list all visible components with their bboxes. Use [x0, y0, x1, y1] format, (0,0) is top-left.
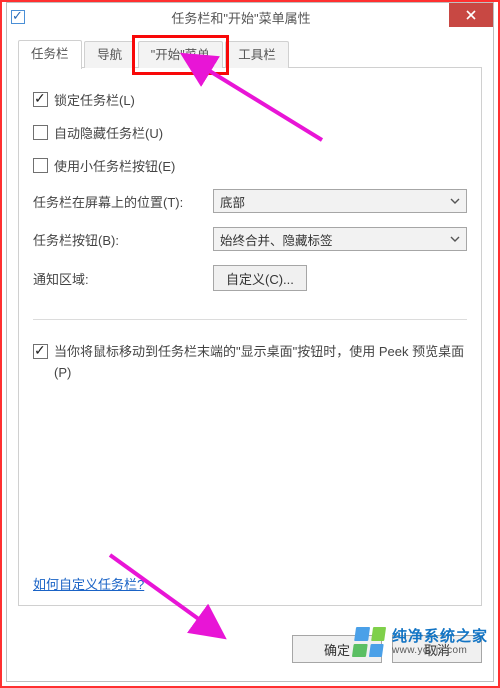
- tab-toolbars[interactable]: 工具栏: [225, 41, 289, 69]
- close-icon: [466, 10, 476, 20]
- buttons-label: 任务栏按钮(B):: [33, 230, 213, 249]
- system-icon: [11, 10, 25, 24]
- small-buttons-checkbox[interactable]: [33, 158, 48, 173]
- tab-startmenu[interactable]: "开始"菜单: [138, 41, 223, 69]
- window-title: 任务栏和"开始"菜单属性: [25, 8, 493, 27]
- chevron-down-icon: [450, 198, 460, 204]
- cancel-button[interactable]: 取消: [392, 635, 482, 663]
- autohide-row: 自动隐藏任务栏(U): [33, 123, 467, 142]
- peek-label: 当你将鼠标移动到任务栏末端的"显示桌面"按钮时，使用 Peek 预览桌面(P): [54, 342, 467, 384]
- autohide-checkbox[interactable]: [33, 125, 48, 140]
- lock-taskbar-label: 锁定任务栏(L): [54, 90, 135, 109]
- buttons-row: 任务栏按钮(B): 始终合并、隐藏标签: [33, 227, 467, 251]
- tab-strip: 任务栏 导航 "开始"菜单 工具栏: [18, 40, 482, 68]
- customize-button[interactable]: 自定义(C)...: [213, 265, 307, 291]
- lock-taskbar-row: 锁定任务栏(L): [33, 90, 467, 109]
- buttons-combobox[interactable]: 始终合并、隐藏标签: [213, 227, 467, 251]
- small-buttons-label: 使用小任务栏按钮(E): [54, 156, 175, 175]
- notify-area-row: 通知区域: 自定义(C)...: [33, 265, 467, 291]
- peek-checkbox[interactable]: [33, 344, 48, 359]
- location-row: 任务栏在屏幕上的位置(T): 底部: [33, 189, 467, 213]
- tab-navigation[interactable]: 导航: [84, 41, 135, 69]
- peek-row: 当你将鼠标移动到任务栏末端的"显示桌面"按钮时，使用 Peek 预览桌面(P): [33, 342, 467, 384]
- separator: [33, 319, 467, 320]
- autohide-label: 自动隐藏任务栏(U): [54, 123, 163, 142]
- close-button[interactable]: [449, 3, 493, 27]
- ok-button[interactable]: 确定: [292, 635, 382, 663]
- notify-area-label: 通知区域:: [33, 269, 213, 288]
- location-combobox[interactable]: 底部: [213, 189, 467, 213]
- location-label: 任务栏在屏幕上的位置(T):: [33, 192, 213, 211]
- dialog-footer: 确定 取消: [18, 632, 482, 666]
- tab-taskbar[interactable]: 任务栏: [18, 40, 82, 69]
- location-value: 底部: [220, 192, 245, 211]
- buttons-value: 始终合并、隐藏标签: [220, 230, 333, 249]
- small-buttons-row: 使用小任务栏按钮(E): [33, 156, 467, 175]
- title-bar: 任务栏和"开始"菜单属性: [7, 3, 493, 31]
- chevron-down-icon: [450, 236, 460, 242]
- tab-panel-taskbar: 锁定任务栏(L) 自动隐藏任务栏(U) 使用小任务栏按钮(E) 任务栏在屏幕上的…: [18, 68, 482, 606]
- help-link[interactable]: 如何自定义任务栏?: [33, 574, 144, 593]
- lock-taskbar-checkbox[interactable]: [33, 92, 48, 107]
